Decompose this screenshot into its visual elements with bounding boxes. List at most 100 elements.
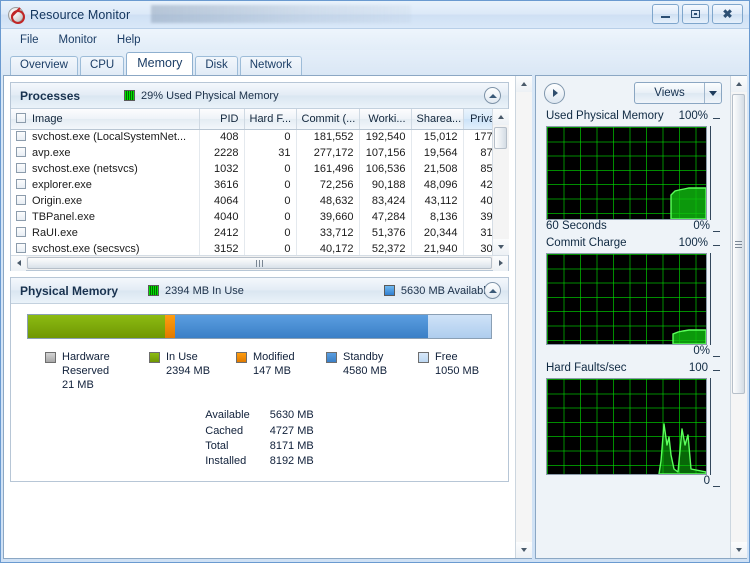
views-dropdown-arrow[interactable] — [704, 83, 721, 103]
column-header-shareable[interactable]: Sharea... — [411, 109, 464, 130]
row-checkbox[interactable] — [16, 163, 26, 173]
table-row[interactable]: Origin.exe 4064048,63283,42443,112 40,312 — [11, 193, 492, 209]
scroll-track[interactable] — [515, 92, 532, 542]
cell-image: svchost.exe (netsvcs) — [32, 163, 138, 175]
scroll-track[interactable] — [492, 125, 509, 239]
arrow-up-icon — [497, 115, 504, 119]
processes-horizontal-scrollbar[interactable] — [11, 255, 508, 271]
resource-monitor-window: Resource Monitor ✖ File Monitor Help Ove… — [0, 0, 750, 563]
scroll-left-button[interactable] — [11, 255, 26, 271]
close-button[interactable]: ✖ — [712, 4, 743, 24]
arrow-left-icon — [16, 260, 21, 266]
legend-item-free: Free 1050 MB — [418, 350, 479, 392]
row-checkbox[interactable] — [16, 227, 26, 237]
tab-cpu[interactable]: CPU — [79, 56, 125, 75]
legend-value: 1050 MB — [435, 365, 480, 377]
scroll-thumb[interactable] — [494, 127, 507, 149]
summary-label: Available — [205, 409, 250, 422]
bar-segment-free — [428, 315, 491, 338]
left-pane-content: Processes 29% Used Physical Memory Image… — [4, 76, 515, 558]
scroll-thumb[interactable] — [732, 94, 745, 394]
column-header-pid[interactable]: PID — [199, 109, 245, 130]
memory-usage-swatch-icon — [124, 90, 136, 101]
processes-vertical-scrollbar[interactable] — [492, 109, 509, 255]
table-row[interactable]: svchost.exe (LocalSystemNet... 408 0 181,55… — [11, 129, 492, 145]
right-pane-scrollbar[interactable] — [730, 76, 747, 558]
scroll-down-button[interactable] — [515, 542, 532, 558]
cell-shareable: 19,564 — [411, 145, 464, 161]
legend-label: Free — [435, 351, 458, 363]
tab-disk[interactable]: Disk — [195, 56, 238, 75]
row-checkbox[interactable] — [16, 179, 26, 189]
minimize-button[interactable] — [652, 4, 679, 24]
processes-panel: Processes 29% Used Physical Memory Image… — [10, 82, 509, 271]
row-checkbox[interactable] — [16, 195, 26, 205]
left-pane-scrollbar[interactable] — [515, 76, 532, 558]
row-checkbox[interactable] — [16, 147, 26, 157]
row-checkbox[interactable] — [16, 243, 26, 253]
graph-footer-row: 0 — [546, 475, 720, 490]
cell-image: svchost.exe (secsvcs) — [32, 243, 140, 255]
processes-header[interactable]: Processes 29% Used Physical Memory — [11, 83, 508, 109]
scroll-down-button[interactable] — [492, 239, 509, 255]
scroll-up-button[interactable] — [492, 109, 509, 125]
processes-status-label: 29% Used Physical Memory — [141, 89, 279, 102]
summary-row: Available 5630 MB — [199, 408, 319, 423]
chevron-right-icon — [553, 89, 558, 97]
arrow-down-icon — [735, 548, 742, 552]
scroll-up-button[interactable] — [730, 76, 747, 92]
column-header-image[interactable]: Image — [11, 109, 200, 130]
horizontal-scroll-thumb[interactable] — [27, 257, 492, 269]
resmon-icon — [8, 6, 25, 24]
processes-collapse-button[interactable] — [484, 87, 501, 104]
physical-memory-collapse-button[interactable] — [484, 282, 501, 299]
chevron-up-icon — [488, 288, 497, 293]
table-row[interactable]: svchost.exe (secsvcs) 3152 0 40,172 52,372 21… — [11, 241, 492, 255]
scroll-track[interactable] — [730, 92, 747, 542]
processes-table-viewport: Image PID Hard F... Commit (... Worki...… — [11, 109, 492, 255]
scroll-up-button[interactable] — [515, 76, 532, 92]
column-header-working-set[interactable]: Worki... — [359, 109, 412, 130]
views-dropdown[interactable]: Views — [634, 82, 722, 104]
cell-hard-faults: 0 — [244, 241, 297, 255]
tab-memory[interactable]: Memory — [126, 52, 194, 75]
graph-title: Commit Charge — [546, 237, 627, 249]
row-checkbox[interactable] — [16, 131, 26, 141]
menu-item-help[interactable]: Help — [108, 32, 150, 48]
select-all-checkbox[interactable] — [16, 112, 26, 123]
summary-label: Installed — [205, 454, 247, 467]
menu-item-monitor[interactable]: Monitor — [50, 32, 106, 48]
cell-working: 192,540 — [359, 129, 412, 145]
table-row[interactable]: avp.exe 222831277,172107,15619,564 87,592 — [11, 145, 492, 161]
column-header-commit[interactable]: Commit (... — [296, 109, 360, 130]
tab-overview[interactable]: Overview — [10, 56, 78, 75]
menu-item-file[interactable]: File — [11, 32, 48, 48]
table-row[interactable]: TBPanel.exe 4040039,66047,2848,136 39,148 — [11, 209, 492, 225]
scroll-down-button[interactable] — [730, 542, 747, 558]
restore-button[interactable] — [682, 4, 709, 24]
column-header-hard-faults[interactable]: Hard F... — [244, 109, 297, 130]
window-title: Resource Monitor — [30, 7, 131, 22]
right-pane-content: Views Used Physical Memory 100% 60 Secon… — [536, 76, 730, 558]
graph-footer-row: 0% — [546, 345, 720, 360]
table-row[interactable]: RaUI.exe 2412033,71251,37620,344 31,032 — [11, 225, 492, 241]
table-row[interactable]: explorer.exe 3616072,25690,18848,096 42,09… — [11, 177, 492, 193]
table-row[interactable]: svchost.exe (netsvcs) 1032 0 161,496 106,536… — [11, 161, 492, 177]
cell-private: 40,312 — [480, 195, 492, 207]
physical-memory-header[interactable]: Physical Memory 2394 MB In Use 5630 MB A… — [11, 278, 508, 304]
expand-panel-button[interactable] — [544, 82, 565, 104]
physical-memory-body: Hardware Reserved 21 MB In Use 2394 MB M… — [11, 304, 508, 481]
legend-value: 4580 MB — [343, 365, 388, 377]
tick-mark — [713, 118, 720, 119]
tab-network[interactable]: Network — [239, 56, 302, 75]
graph-canvas — [546, 378, 707, 475]
processes-status: 29% Used Physical Memory — [124, 90, 279, 102]
cell-shareable: 48,096 — [411, 177, 464, 193]
scroll-right-button[interactable] — [493, 255, 508, 271]
cell-shareable: 20,344 — [411, 225, 464, 241]
legend-item-hardware-reserved: Hardware Reserved 21 MB — [45, 350, 149, 392]
views-label: Views — [654, 87, 685, 99]
row-checkbox[interactable] — [16, 211, 26, 221]
legend-value: 147 MB — [253, 365, 291, 377]
column-header-private[interactable]: Private .. — [462, 109, 492, 130]
